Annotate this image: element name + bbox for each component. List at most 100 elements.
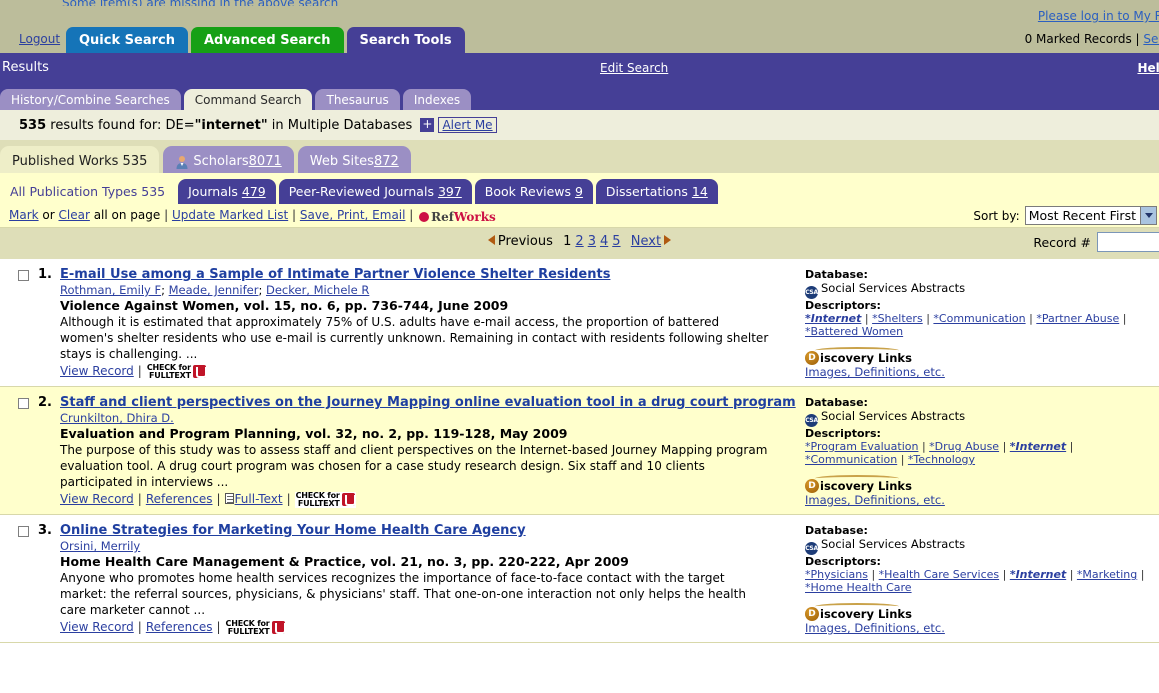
- search-history-link[interactable]: Searc: [1143, 32, 1159, 46]
- author-link[interactable]: Crunkilton, Dhira D.: [60, 411, 174, 425]
- sort-by-label: Sort by:: [973, 208, 1020, 223]
- descriptor-link[interactable]: *Shelters: [872, 312, 923, 325]
- previous-arrow-icon[interactable]: [487, 235, 495, 245]
- discovery-link-1: Images, Definitions, etc.: [805, 366, 1159, 379]
- check-for-fulltext-button[interactable]: CHECK for FULLTEXT: [145, 362, 207, 380]
- record-number-input[interactable]: [1097, 232, 1159, 252]
- pubtab-book-reviews-count: 9: [574, 184, 583, 199]
- pubtab-book-reviews[interactable]: Book Reviews 9: [474, 179, 593, 204]
- check-for-fulltext-button[interactable]: CHECK for FULLTEXT: [294, 491, 356, 508]
- chevron-down-icon[interactable]: [1140, 207, 1156, 224]
- view-record-link[interactable]: View Record: [60, 363, 134, 380]
- full-text-group[interactable]: Full-Text: [224, 491, 283, 508]
- subtab-command-search[interactable]: Command Search: [183, 89, 313, 110]
- result-source-2: Evaluation and Program Planning, vol. 32…: [60, 426, 568, 441]
- page-2[interactable]: 2: [575, 234, 583, 249]
- update-marked-list-link[interactable]: Update Marked List: [172, 208, 288, 222]
- please-login-link[interactable]: Please log in to My R: [1038, 9, 1159, 23]
- author-link[interactable]: Orsini, Merrily: [60, 539, 140, 553]
- result-checkbox-2[interactable]: [18, 398, 29, 409]
- descriptor-link[interactable]: *Internet: [805, 312, 861, 325]
- cattab-web-sites[interactable]: Web Sites 872: [297, 146, 411, 173]
- result-source-1: Violence Against Women, vol. 15, no. 6, …: [60, 298, 509, 313]
- images-definitions-link[interactable]: Images, Definitions, etc.: [805, 621, 945, 635]
- csa-icon: CSA: [805, 414, 818, 427]
- database-name-3: CSA Social Services Abstracts: [805, 537, 1159, 555]
- references-link[interactable]: References: [146, 491, 213, 508]
- result-checkbox-1[interactable]: [18, 270, 29, 281]
- result-checkbox-3[interactable]: [18, 526, 29, 537]
- next-link[interactable]: Next: [631, 234, 661, 249]
- alert-me-button[interactable]: Alert Me: [438, 117, 497, 133]
- view-record-link[interactable]: View Record: [60, 491, 134, 508]
- references-link[interactable]: References: [146, 619, 213, 636]
- subtab-thesaurus[interactable]: Thesaurus: [315, 89, 400, 110]
- tab-search-tools[interactable]: Search Tools: [346, 27, 465, 53]
- refworks-button[interactable]: RefWorks: [419, 210, 496, 224]
- cattab-scholars[interactable]: Scholars 8071: [163, 146, 294, 173]
- descriptor-link[interactable]: *Physicians: [805, 568, 868, 581]
- sort-by-select[interactable]: Most Recent First: [1024, 206, 1157, 225]
- page-3[interactable]: 3: [588, 234, 596, 249]
- page-5[interactable]: 5: [612, 234, 620, 249]
- pubtab-all-publication-types[interactable]: All Publication Types 535: [0, 179, 176, 204]
- pubtab-dissertations-label: Dissertations: [605, 184, 692, 199]
- descriptor-link[interactable]: *Technology: [908, 453, 975, 466]
- result-title-2[interactable]: Staff and client perspectives on the Jou…: [60, 395, 796, 410]
- pubtab-journals-count: 479: [241, 184, 266, 199]
- descriptor-link[interactable]: *Home Health Care: [805, 581, 912, 594]
- descriptor-link[interactable]: *Battered Women: [805, 325, 903, 338]
- discovery-swoosh-icon: [815, 475, 899, 482]
- descriptor-link[interactable]: *Internet: [1010, 568, 1066, 581]
- cattab-published-works[interactable]: Published Works 535: [0, 146, 160, 173]
- descriptors-list-1: *Internet | *Shelters | *Communication |…: [805, 312, 1127, 338]
- descriptor-link[interactable]: *Health Care Services: [879, 568, 999, 581]
- subtab-history-combine-searches[interactable]: History/Combine Searches: [0, 89, 181, 110]
- database-name-1: CSA Social Services Abstracts: [805, 281, 1159, 299]
- save-print-email-link[interactable]: Save, Print, Email: [300, 208, 406, 222]
- view-record-link[interactable]: View Record: [60, 619, 134, 636]
- descriptor-link[interactable]: *Communication: [933, 312, 1025, 325]
- refworks-ref-text: Ref: [431, 210, 454, 224]
- logout-link[interactable]: Logout: [19, 32, 60, 46]
- check-for-fulltext-button[interactable]: CHECK for FULLTEXT: [224, 619, 286, 636]
- page-4[interactable]: 4: [600, 234, 608, 249]
- database-label-1: Database:: [805, 268, 868, 281]
- mark-toolbar: Mark or Clear all on page | Update Marke…: [0, 204, 1159, 228]
- clear-link[interactable]: Clear: [59, 208, 90, 222]
- tab-quick-search[interactable]: Quick Search: [66, 27, 188, 53]
- help-link[interactable]: Help &: [1137, 61, 1159, 75]
- pubtab-peer-reviewed-journals[interactable]: Peer-Reviewed Journals 397: [278, 179, 472, 204]
- author-link[interactable]: Decker, Michele R: [266, 283, 369, 297]
- result-source-3: Home Health Care Management & Practice, …: [60, 554, 629, 569]
- tab-advanced-search[interactable]: Advanced Search: [190, 27, 344, 53]
- page-1[interactable]: 1: [563, 234, 571, 249]
- images-definitions-link[interactable]: Images, Definitions, etc.: [805, 365, 945, 379]
- descriptor-link[interactable]: *Drug Abuse: [929, 440, 999, 453]
- subtab-indexes[interactable]: Indexes: [402, 89, 472, 110]
- check-for-fulltext-text: CHECK for FULLTEXT: [146, 362, 191, 380]
- descriptor-link[interactable]: *Communication: [805, 453, 897, 466]
- result-authors-3: Orsini, Merrily: [60, 539, 805, 554]
- mark-link[interactable]: Mark: [9, 208, 39, 222]
- truncated-top-link[interactable]: Some item(s) are missing in the above se…: [62, 0, 382, 6]
- edit-search-link[interactable]: Edit Search: [600, 61, 668, 75]
- next-arrow-icon[interactable]: [664, 235, 672, 245]
- results-band: Results Edit Search Help &: [0, 53, 1159, 88]
- full-text-link[interactable]: Full-Text: [235, 492, 283, 506]
- author-link[interactable]: Rothman, Emily F: [60, 283, 161, 297]
- images-definitions-link[interactable]: Images, Definitions, etc.: [805, 493, 945, 507]
- discovery-link-3: Images, Definitions, etc.: [805, 622, 1159, 635]
- pubtab-dissertations[interactable]: Dissertations 14: [595, 179, 718, 204]
- cattab-scholars-count: 8071: [248, 154, 282, 169]
- descriptor-link[interactable]: *Internet: [1010, 440, 1066, 453]
- descriptor-link[interactable]: *Program Evaluation: [805, 440, 918, 453]
- descriptor-link[interactable]: *Marketing: [1077, 568, 1137, 581]
- descriptor-link[interactable]: *Partner Abuse: [1036, 312, 1119, 325]
- result-title-1[interactable]: E-mail Use among a Sample of Intimate Pa…: [60, 267, 610, 282]
- author-link[interactable]: Meade, Jennifer: [169, 283, 259, 297]
- expand-plus-button[interactable]: +: [420, 118, 435, 132]
- result-title-3[interactable]: Online Strategies for Marketing Your Hom…: [60, 523, 526, 538]
- marked-records-count: 0 Marked Records |: [1024, 32, 1144, 46]
- pubtab-journals[interactable]: Journals 479: [178, 179, 276, 204]
